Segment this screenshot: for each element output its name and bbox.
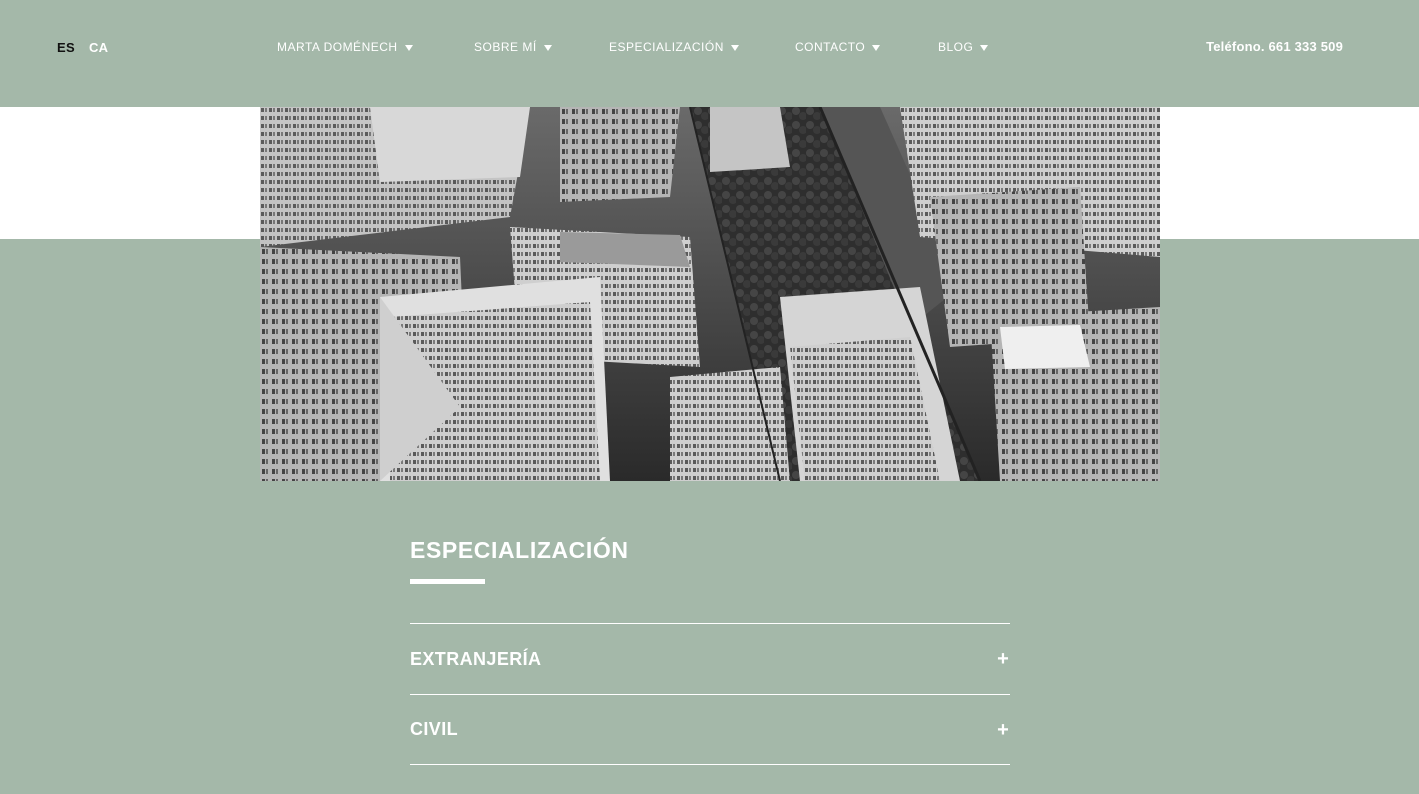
nav-item-contacto[interactable]: CONTACTO: [795, 40, 881, 54]
nav-item-marta-domenech[interactable]: MARTA DOMÉNECH: [277, 40, 413, 54]
nav-item-label: BLOG: [938, 40, 974, 54]
lang-ca[interactable]: CA: [89, 40, 108, 55]
language-switcher: ES CA: [57, 40, 108, 55]
accordion-item-civil[interactable]: CIVIL +: [410, 694, 1010, 765]
phone-number[interactable]: Teléfono. 661 333 509: [1206, 39, 1343, 54]
plus-icon[interactable]: +: [996, 649, 1010, 669]
nav-item-label: SOBRE MÍ: [474, 40, 537, 54]
accordion-item-label: CIVIL: [410, 719, 459, 739]
nav-item-label: ESPECIALIZACIÓN: [609, 40, 724, 54]
caret-down-icon: [543, 44, 552, 51]
city-aerial-photo: [260, 107, 1160, 481]
specialization-section: ESPECIALIZACIÓN: [410, 535, 1010, 584]
site-header: ES CA MARTA DOMÉNECH SOBRE MÍ ESPECIALIZ…: [0, 0, 1419, 107]
lang-es[interactable]: ES: [57, 40, 75, 55]
caret-down-icon: [404, 44, 413, 51]
caret-down-icon: [730, 44, 739, 51]
plus-icon[interactable]: +: [996, 720, 1010, 740]
caret-down-icon: [980, 44, 989, 51]
caret-down-icon: [872, 44, 881, 51]
nav-item-label: CONTACTO: [795, 40, 866, 54]
title-underline: [410, 579, 485, 584]
nav-item-sobre-mi[interactable]: SOBRE MÍ: [474, 40, 552, 54]
nav-item-blog[interactable]: BLOG: [938, 40, 989, 54]
nav-item-especializacion[interactable]: ESPECIALIZACIÓN: [609, 40, 739, 54]
nav-item-label: MARTA DOMÉNECH: [277, 40, 398, 54]
accordion-item-label: EXTRANJERÍA: [410, 648, 542, 669]
accordion-item-extranjeria[interactable]: EXTRANJERÍA +: [410, 623, 1010, 694]
section-title: ESPECIALIZACIÓN: [410, 537, 629, 563]
specialization-accordion: EXTRANJERÍA + CIVIL +: [410, 623, 1010, 765]
hero-image: [260, 107, 1160, 481]
